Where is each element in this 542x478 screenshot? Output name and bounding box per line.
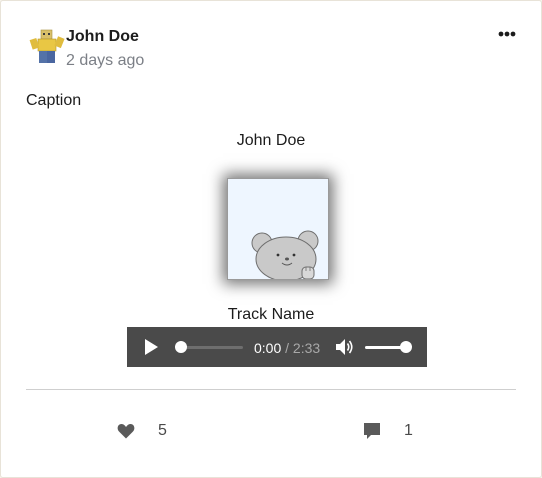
comment-icon[interactable] xyxy=(363,422,381,440)
volume-knob[interactable] xyxy=(400,341,412,353)
progress-knob[interactable] xyxy=(175,341,187,353)
duration: 2:33 xyxy=(292,340,321,356)
divider xyxy=(26,389,516,390)
track-artist: John Doe xyxy=(236,132,306,149)
time-separator: / xyxy=(285,340,290,356)
speaker-icon xyxy=(336,339,353,355)
time-display: 0:00 / 2:33 xyxy=(254,340,320,356)
roblox-avatar-icon xyxy=(29,29,65,63)
volume-button[interactable] xyxy=(336,339,354,355)
post-card: John Doe 2 days ago Caption John Doe Tra… xyxy=(0,0,542,478)
author-name[interactable]: John Doe xyxy=(66,28,139,46)
heart-icon[interactable] xyxy=(117,423,135,439)
bear-cover-art-icon xyxy=(251,230,319,279)
progress-bar[interactable] xyxy=(181,346,243,349)
play-button[interactable] xyxy=(143,339,159,355)
play-icon xyxy=(145,339,158,355)
volume-slider[interactable] xyxy=(365,346,405,349)
current-time: 0:00 xyxy=(254,340,282,356)
audio-player: 0:00 / 2:33 xyxy=(127,327,427,367)
comment-count: 1 xyxy=(404,422,413,439)
post-caption: Caption xyxy=(26,92,82,109)
album-cover xyxy=(227,178,329,280)
avatar[interactable] xyxy=(29,27,65,65)
like-count: 5 xyxy=(158,422,167,439)
ellipsis-icon[interactable] xyxy=(497,27,517,39)
post-timestamp: 2 days ago xyxy=(66,52,145,69)
track-name: Track Name xyxy=(227,306,315,323)
